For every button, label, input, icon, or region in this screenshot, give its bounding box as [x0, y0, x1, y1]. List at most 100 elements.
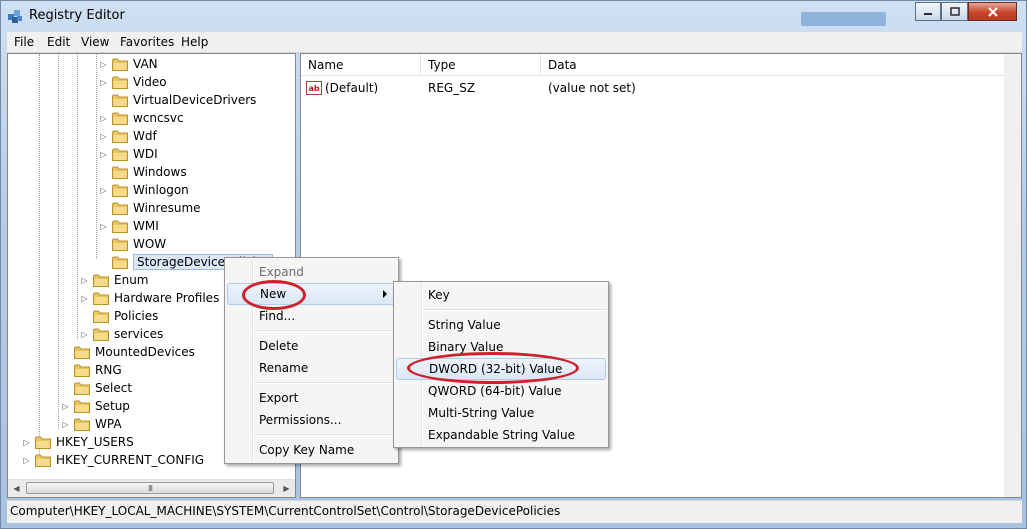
expand-arrow-icon[interactable]: ▷ — [99, 114, 108, 123]
menu-item-find[interactable]: Find... — [227, 305, 396, 327]
status-path: Computer\HKEY_LOCAL_MACHINE\SYSTEM\Curre… — [10, 504, 561, 518]
tree-node[interactable]: ▷ WMI — [99, 217, 159, 235]
expand-arrow-icon[interactable]: ▷ — [99, 186, 108, 195]
tree-horizontal-scrollbar[interactable]: ◀ III ▶ — [8, 479, 295, 497]
value-name[interactable]: (Default) — [325, 81, 378, 95]
menu-separator — [424, 309, 606, 311]
tree-node[interactable]: ▷ VAN — [99, 55, 157, 73]
menu-separator — [255, 382, 396, 384]
expand-arrow-icon[interactable]: ▷ — [99, 132, 108, 141]
submenu-item-multi-string-value[interactable]: Multi-String Value — [396, 402, 606, 424]
column-header-data[interactable]: Data — [541, 54, 1006, 76]
tree-node[interactable]: ▷ WPA — [61, 415, 121, 433]
values-vertical-scrollbar[interactable] — [1004, 54, 1021, 497]
tree-node[interactable]: ▷ services — [80, 325, 163, 343]
highlight-ring-new — [242, 280, 306, 310]
title-bar[interactable]: Registry Editor — [1, 1, 1026, 32]
expand-arrow-icon[interactable]: ▷ — [99, 222, 108, 231]
menu-help[interactable]: Help — [181, 35, 208, 49]
folder-icon — [112, 76, 128, 89]
expand-arrow-icon[interactable]: ▷ — [61, 402, 70, 411]
tree-node[interactable]: WOW — [99, 235, 166, 253]
scroll-thumb[interactable]: III — [26, 482, 274, 494]
tree-node[interactable]: ▷ HKEY_USERS — [22, 433, 134, 451]
tree-node[interactable]: ▷ Winlogon — [99, 181, 189, 199]
folder-icon — [93, 274, 109, 287]
tree-node[interactable]: ▷ Enum — [80, 271, 148, 289]
submenu-item-expandable-string-value[interactable]: Expandable String Value — [396, 424, 606, 446]
expand-arrow-icon[interactable]: ▷ — [99, 78, 108, 87]
expand-arrow-icon[interactable]: ▷ — [80, 294, 89, 303]
expand-arrow-icon[interactable]: ▷ — [80, 276, 89, 285]
menu-item-copy-key-name[interactable]: Copy Key Name — [227, 439, 396, 461]
expand-arrow-icon[interactable]: ▷ — [22, 456, 31, 465]
menu-view[interactable]: View — [81, 35, 109, 49]
tree-node-label: Winlogon — [133, 183, 189, 197]
tree-node[interactable]: ▷ HKEY_CURRENT_CONFIG — [22, 451, 204, 469]
tree-node-label: Enum — [114, 273, 149, 287]
menu-favorites[interactable]: Favorites — [120, 35, 174, 49]
submenu-item-string-value[interactable]: String Value — [396, 314, 606, 336]
tree-node-label: HKEY_USERS — [56, 435, 134, 449]
tree-node-label: WDI — [133, 147, 158, 161]
expand-arrow-icon[interactable]: ▷ — [22, 438, 31, 447]
expand-arrow-icon[interactable]: ▷ — [99, 60, 108, 69]
close-button[interactable] — [968, 2, 1017, 21]
tree-node-label: VirtualDeviceDrivers — [133, 93, 257, 107]
tree-node[interactable]: RNG — [61, 361, 122, 379]
menu-edit[interactable]: Edit — [47, 35, 70, 49]
registry-editor-window: Registry Editor File Edit View Favorites… — [0, 0, 1027, 529]
tree-node[interactable]: ▷ wcncsvc — [99, 109, 184, 127]
folder-icon — [112, 184, 128, 197]
value-type: REG_SZ — [428, 81, 476, 95]
folder-icon — [93, 292, 109, 305]
tree-node[interactable]: Policies — [80, 307, 158, 325]
submenu-item-key[interactable]: Key — [396, 284, 606, 306]
menu-item-rename[interactable]: Rename — [227, 357, 396, 379]
status-bar: Computer\HKEY_LOCAL_MACHINE\SYSTEM\Curre… — [7, 500, 1022, 523]
tree-node-label: wcncsvc — [133, 111, 184, 125]
expand-arrow-icon[interactable]: ▷ — [99, 150, 108, 159]
tree-guide-line — [58, 54, 59, 429]
folder-icon — [93, 328, 109, 341]
folder-icon — [74, 364, 90, 377]
string-value-icon: ab — [306, 81, 322, 95]
tree-node[interactable]: Windows — [99, 163, 187, 181]
tree-guide-line — [96, 54, 97, 259]
menu-item-delete[interactable]: Delete — [227, 335, 396, 357]
menu-item-permissions[interactable]: Permissions... — [227, 409, 396, 431]
tree-node-label: Winresume — [133, 201, 201, 215]
tree-node[interactable]: ▷ Setup — [61, 397, 130, 415]
tree-node[interactable]: Select — [61, 379, 132, 397]
menu-item-expand[interactable]: Expand — [227, 261, 396, 283]
tree-node[interactable]: ▷ Hardware Profiles — [80, 289, 219, 307]
expand-arrow-icon[interactable]: ▷ — [61, 420, 70, 429]
maximize-button[interactable] — [941, 2, 968, 21]
tree-node-label: Wdf — [133, 129, 157, 143]
folder-icon — [112, 94, 128, 107]
scroll-left-button[interactable]: ◀ — [8, 480, 25, 497]
tree-node-label: WMI — [133, 219, 159, 233]
tree-node[interactable]: MountedDevices — [61, 343, 195, 361]
expand-arrow-icon[interactable]: ▷ — [80, 330, 89, 339]
folder-icon — [112, 220, 128, 233]
tree-node[interactable]: ▷ WDI — [99, 145, 158, 163]
tree-node[interactable]: ▷ Wdf — [99, 127, 157, 145]
tree-node-label: Windows — [133, 165, 187, 179]
tree-node[interactable]: ▷ Video — [99, 73, 166, 91]
column-header-type[interactable]: Type — [421, 54, 541, 76]
folder-icon — [112, 148, 128, 161]
tree-node[interactable]: VirtualDeviceDrivers — [99, 91, 256, 109]
folder-icon — [74, 382, 90, 395]
column-header-name[interactable]: Name — [301, 54, 421, 76]
menu-item-export[interactable]: Export — [227, 387, 396, 409]
minimize-button[interactable] — [915, 2, 941, 21]
tree-node-label: Setup — [95, 399, 130, 413]
menu-file[interactable]: File — [14, 35, 34, 49]
scroll-right-button[interactable]: ▶ — [278, 480, 295, 497]
tree-node[interactable]: Winresume — [99, 199, 201, 217]
folder-icon — [74, 418, 90, 431]
